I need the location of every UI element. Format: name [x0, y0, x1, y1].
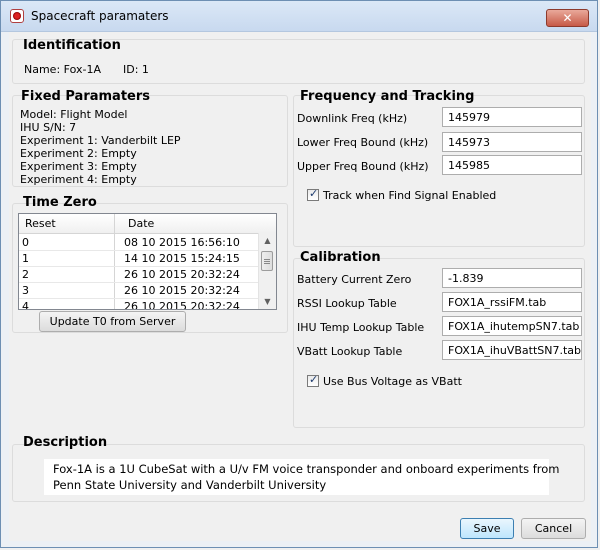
description-textarea[interactable]: Fox-1A is a 1U CubeSat with a U/v FM voi… — [44, 459, 560, 495]
battery-current-input[interactable]: -1.839 — [442, 268, 582, 288]
table-cell: 0 — [22, 236, 29, 249]
close-button[interactable]: ✕ — [546, 9, 589, 27]
title-bar[interactable]: Spacecraft paramaters ✕ — [1, 1, 597, 32]
description-line: Fox-1A is a 1U CubeSat with a U/v FM voi… — [53, 462, 560, 476]
lower-freq-label: Lower Freq Bound (kHz) — [297, 136, 429, 149]
table-cell: 08 10 2015 16:56:10 — [124, 236, 240, 249]
column-header-date[interactable]: Date — [128, 217, 154, 230]
bus-voltage-label[interactable]: Use Bus Voltage as VBatt — [323, 375, 462, 388]
identification-heading: Identification — [23, 38, 121, 53]
cancel-button[interactable]: Cancel — [521, 518, 586, 539]
table-row[interactable]: 0 08 10 2015 16:56:10 — [19, 234, 259, 251]
dialog-content: Identification Name: Fox-1A ID: 1 Fixed … — [9, 32, 591, 541]
downlink-freq-label: Downlink Freq (kHz) — [297, 112, 408, 125]
app-icon — [10, 9, 24, 23]
table-cell: 3 — [22, 284, 29, 297]
table-row[interactable]: 1 14 10 2015 15:24:15 — [19, 250, 259, 267]
table-cell: 26 10 2015 20:32:24 — [124, 268, 240, 281]
ihu-temp-table-label: IHU Temp Lookup Table — [297, 321, 425, 334]
vbatt-table-label: VBatt Lookup Table — [297, 345, 403, 358]
frequency-heading: Frequency and Tracking — [300, 89, 475, 104]
rssi-table-input[interactable]: FOX1A_rssiFM.tab — [442, 292, 582, 312]
table-cell: 26 10 2015 20:32:24 — [124, 284, 240, 297]
battery-current-label: Battery Current Zero — [297, 273, 412, 286]
scroll-thumb[interactable] — [261, 251, 273, 271]
description-heading: Description — [23, 435, 108, 450]
scroll-down-arrow-icon[interactable]: ▼ — [259, 294, 276, 309]
time-zero-table[interactable]: Reset Date 0 08 10 2015 16:56:10 1 14 10… — [18, 213, 277, 310]
dialog-window: Spacecraft paramaters ✕ Identification N… — [0, 0, 598, 548]
table-row[interactable]: 2 26 10 2015 20:32:24 — [19, 266, 259, 283]
rssi-table-label: RSSI Lookup Table — [297, 297, 397, 310]
name-text: Name: Fox-1A — [24, 63, 101, 76]
table-cell: 4 — [22, 300, 29, 310]
save-button[interactable]: Save — [460, 518, 514, 539]
calibration-heading: Calibration — [300, 250, 381, 265]
track-signal-label[interactable]: Track when Find Signal Enabled — [323, 189, 496, 202]
track-signal-checkbox[interactable] — [307, 187, 319, 201]
vbatt-table-input[interactable]: FOX1A_ihuVBattSN7.tab — [442, 340, 582, 360]
update-t0-button[interactable]: Update T0 from Server — [39, 311, 186, 332]
vertical-scrollbar[interactable]: ▲ ▼ — [258, 233, 276, 309]
ihu-temp-table-input[interactable]: FOX1A_ihutempSN7.tab — [442, 316, 582, 336]
id-text: ID: 1 — [123, 63, 149, 76]
scroll-up-arrow-icon[interactable]: ▲ — [259, 233, 276, 248]
table-cell: 2 — [22, 268, 29, 281]
table-header: Reset Date — [19, 214, 276, 234]
table-row[interactable]: 3 26 10 2015 20:32:24 — [19, 282, 259, 299]
lower-freq-input[interactable]: 145973 — [442, 132, 582, 152]
window-title: Spacecraft paramaters — [31, 9, 169, 23]
fixed-param-line: Experiment 2: Empty — [20, 147, 137, 160]
fixed-param-line: Experiment 3: Empty — [20, 160, 137, 173]
table-cell: 14 10 2015 15:24:15 — [124, 252, 240, 265]
fixed-param-line: Experiment 4: Empty — [20, 173, 137, 186]
fixed-param-line: IHU S/N: 7 — [20, 121, 77, 134]
bus-voltage-checkbox[interactable] — [307, 373, 319, 387]
upper-freq-input[interactable]: 145985 — [442, 155, 582, 175]
column-divider — [114, 214, 115, 233]
upper-freq-label: Upper Freq Bound (kHz) — [297, 160, 429, 173]
downlink-freq-input[interactable]: 145979 — [442, 107, 582, 127]
column-header-reset[interactable]: Reset — [25, 217, 56, 230]
fixed-parameters-heading: Fixed Paramaters — [21, 89, 151, 104]
table-row[interactable]: 4 26 10 2015 20:32:24 — [19, 298, 259, 310]
table-cell: 1 — [22, 252, 29, 265]
description-line: Penn State University and Vanderbilt Uni… — [53, 478, 327, 492]
time-zero-heading: Time Zero — [23, 195, 97, 210]
table-cell: 26 10 2015 20:32:24 — [124, 300, 240, 310]
fixed-param-line: Model: Flight Model — [20, 108, 128, 121]
fixed-param-line: Experiment 1: Vanderbilt LEP — [20, 134, 181, 147]
